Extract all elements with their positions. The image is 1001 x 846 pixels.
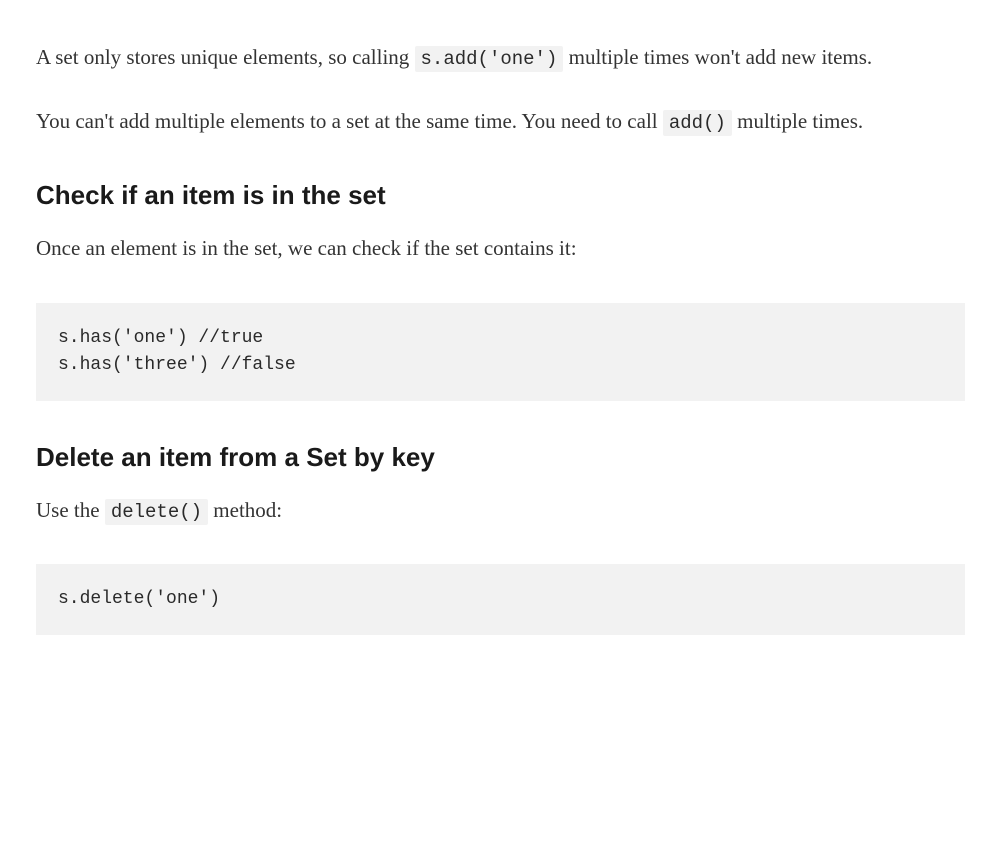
inline-code: s.add('one') bbox=[415, 46, 564, 72]
paragraph-add-multiple: You can't add multiple elements to a set… bbox=[36, 104, 965, 140]
text-segment: You can't add multiple elements to a set… bbox=[36, 109, 663, 133]
paragraph-delete-intro: Use the delete() method: bbox=[36, 493, 965, 529]
text-segment: Use the bbox=[36, 498, 105, 522]
heading-delete-item: Delete an item from a Set by key bbox=[36, 441, 965, 475]
text-segment: multiple times. bbox=[732, 109, 863, 133]
code-block-has: s.has('one') //true s.has('three') //fal… bbox=[36, 303, 965, 401]
heading-check-item: Check if an item is in the set bbox=[36, 179, 965, 213]
text-segment: multiple times won't add new items. bbox=[563, 45, 872, 69]
text-segment: A set only stores unique elements, so ca… bbox=[36, 45, 415, 69]
code-block-delete: s.delete('one') bbox=[36, 564, 965, 635]
paragraph-unique-elements: A set only stores unique elements, so ca… bbox=[36, 40, 965, 76]
inline-code: add() bbox=[663, 110, 732, 136]
text-segment: method: bbox=[208, 498, 282, 522]
paragraph-check-intro: Once an element is in the set, we can ch… bbox=[36, 231, 965, 267]
inline-code: delete() bbox=[105, 499, 208, 525]
